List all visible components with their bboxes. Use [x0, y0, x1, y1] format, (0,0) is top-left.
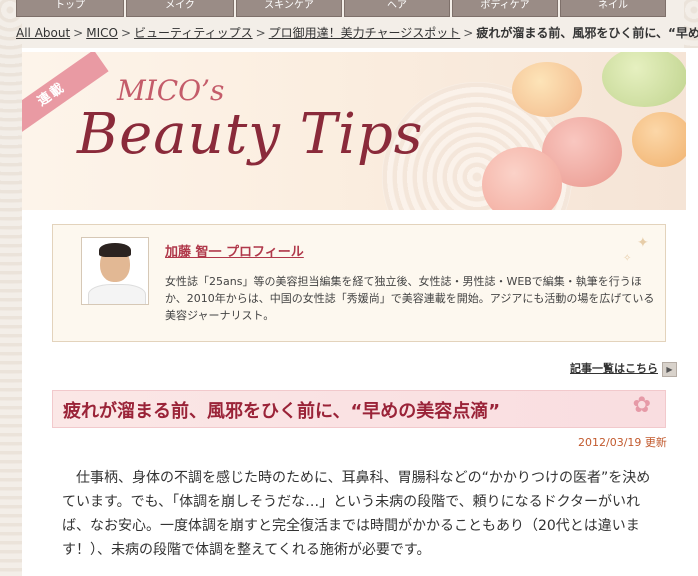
main-content: 連載 MICO’s Beauty Tips 加藤 智一 プロフィール 女性誌「2… [22, 48, 698, 576]
article-list-label: 記事一覧はこちら [570, 362, 658, 375]
article-date: 2012/03/19 更新 [578, 436, 667, 449]
breadcrumb-separator: > [73, 26, 84, 40]
nav-tab-0[interactable]: トップ [16, 0, 124, 17]
article-heading-box: 疲れが溜まる前、風邪をひく前に、“早めの美容点滴” ✿ [52, 390, 666, 428]
nav-tab-2[interactable]: スキンケア [236, 0, 342, 17]
article-list-link[interactable]: 記事一覧はこちら ▶ [570, 360, 677, 377]
banner-title-big: Beauty Tips [77, 102, 424, 167]
nav-tab-4[interactable]: ボディケア [452, 0, 558, 17]
macaron-decoration [602, 52, 686, 107]
macaron-decoration [512, 62, 582, 117]
avatar-hair-shape [99, 243, 131, 257]
top-navigation: トップ メイク スキンケア ヘア ボディケア ネイル [16, 0, 698, 18]
arrow-right-icon: ▶ [662, 361, 677, 377]
breadcrumb-link-charge-spot[interactable]: プロ御用達！美力チャージスポット [269, 26, 461, 40]
author-profile-box: 加藤 智一 プロフィール 女性誌「25ans」等の美容担当編集を経て独立後、女性… [52, 224, 666, 342]
side-lace-pattern-left [0, 0, 22, 576]
sparkle-icon: ✧ [623, 253, 632, 264]
breadcrumb-link-allabout[interactable]: All About [16, 26, 70, 40]
article-title: 疲れが溜まる前、風邪をひく前に、“早めの美容点滴” [63, 401, 501, 422]
nav-tab-3[interactable]: ヘア [344, 0, 450, 17]
sparkle-icon: ✦ [637, 235, 649, 251]
avatar-body-shape [88, 284, 146, 304]
macaron-decoration [632, 112, 686, 167]
author-profile-link[interactable]: 加藤 智一 プロフィール [165, 241, 304, 260]
cherry-blossom-icon: ✿ [632, 393, 651, 418]
header-banner: 連載 MICO’s Beauty Tips [22, 52, 686, 210]
breadcrumb-separator: > [463, 26, 474, 40]
breadcrumb-link-mico[interactable]: MICO [86, 26, 118, 40]
breadcrumb-separator: > [255, 26, 266, 40]
author-avatar [81, 237, 149, 305]
breadcrumb-current: 疲れが溜まる前、風邪をひく前に、“早めの美容点 [476, 26, 698, 40]
nav-tab-5[interactable]: ネイル [560, 0, 666, 17]
breadcrumb-link-beauty-tips[interactable]: ビューティティップス [134, 26, 253, 40]
nav-tab-1[interactable]: メイク [126, 0, 234, 17]
breadcrumb-separator: > [120, 26, 132, 40]
breadcrumb: All About > MICO > ビューティティップス > プロ御用達！美力チャージスポ… [16, 24, 698, 42]
article-body: 仕事柄、身体の不調を感じた時のために、耳鼻科、胃腸科などの“かかりつけの医者”を… [62, 470, 651, 558]
author-bio: 女性誌「25ans」等の美容担当編集を経て独立後、女性誌・男性誌・WEBで編集・… [165, 275, 655, 322]
